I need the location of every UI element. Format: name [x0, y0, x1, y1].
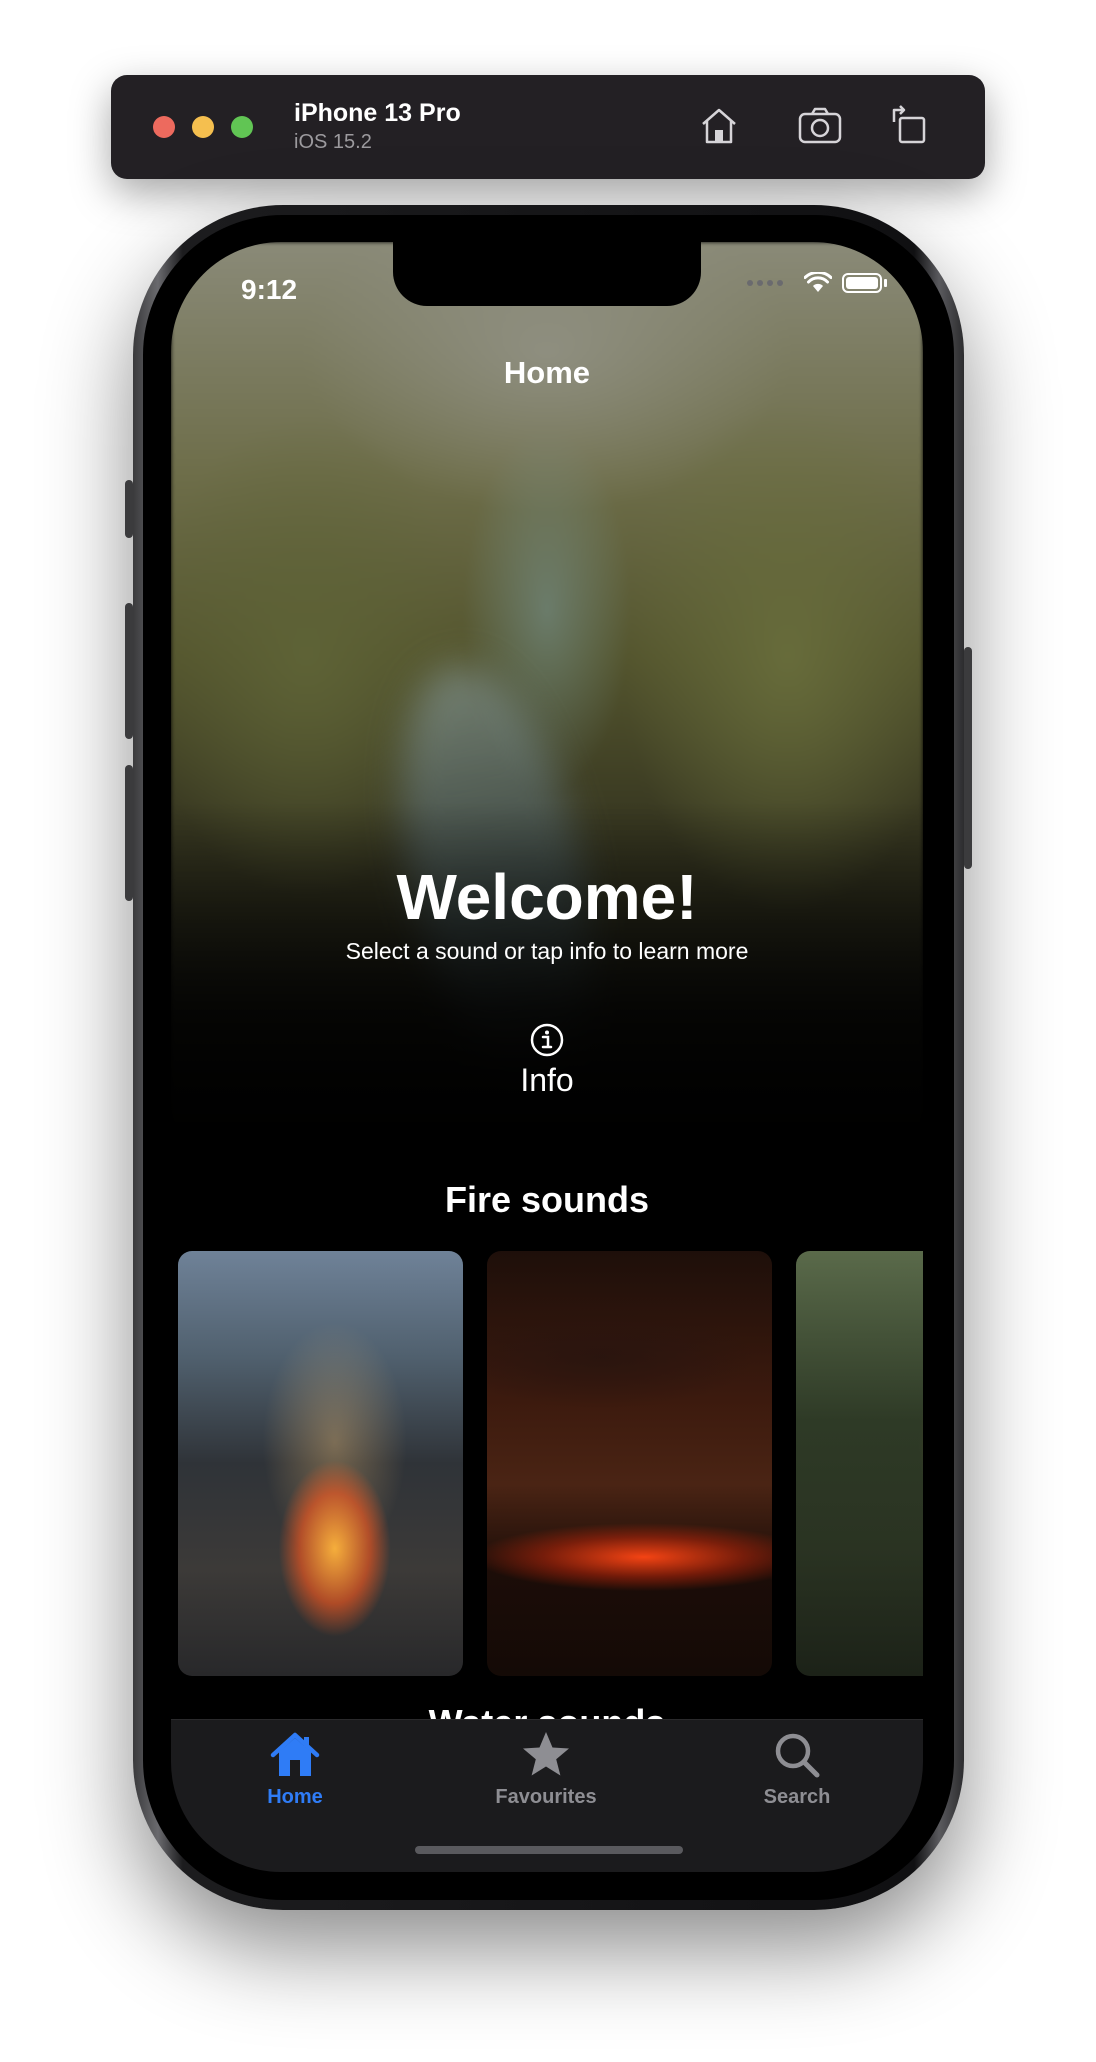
sound-card-sparkler[interactable]: [796, 1251, 923, 1676]
magnifier-icon: [775, 1733, 820, 1778]
battery-cap: [884, 279, 887, 287]
tab-home-label: Home: [267, 1786, 323, 1808]
volume-up-button: [125, 603, 133, 739]
tab-bar: Home Favourites Search: [171, 1719, 923, 1872]
section-title-fire: Fire sounds: [444, 1179, 650, 1220]
tab-home[interactable]: Home: [220, 1728, 370, 1809]
info-label: Info: [520, 1062, 574, 1098]
mute-switch: [125, 480, 133, 538]
home-indicator[interactable]: [415, 1846, 683, 1854]
tab-favourites-label: Favourites: [495, 1786, 597, 1808]
fire-sounds-carousel[interactable]: [178, 1251, 923, 1676]
nav-title: Home: [503, 355, 591, 390]
status-time: 9:12: [241, 274, 298, 305]
os-version: iOS 15.2: [294, 131, 372, 153]
sound-card-campfire[interactable]: [178, 1251, 463, 1676]
welcome-subtitle: Select a sound or tap info to learn more: [345, 938, 749, 964]
rotate-icon[interactable]: [886, 102, 934, 150]
sound-card-lava[interactable]: [487, 1251, 772, 1676]
close-window-button[interactable]: [153, 116, 175, 138]
info-circle-icon: [530, 1023, 564, 1057]
battery-icon: [842, 273, 882, 293]
power-button: [964, 647, 972, 869]
house-icon: [270, 1732, 320, 1776]
wifi-icon: [804, 272, 832, 292]
status-indicators: [744, 272, 887, 294]
simulator-toolbar: iPhone 13 Pro iOS 15.2: [111, 75, 985, 179]
tab-search[interactable]: Search: [722, 1728, 872, 1809]
tab-search-label: Search: [763, 1786, 831, 1808]
device-name: iPhone 13 Pro: [294, 99, 461, 127]
info-button[interactable]: Info: [497, 1022, 597, 1102]
welcome-heading: Welcome!: [396, 861, 698, 933]
signal-icon: [747, 280, 783, 286]
tab-favourites[interactable]: Favourites: [471, 1728, 621, 1809]
home-icon[interactable]: [695, 102, 743, 150]
hero-fade-overlay: [171, 802, 923, 1182]
star-icon: [523, 1732, 569, 1776]
zoom-window-button[interactable]: [231, 116, 253, 138]
minimize-window-button[interactable]: [192, 116, 214, 138]
volume-down-button: [125, 765, 133, 901]
notch: [393, 242, 701, 306]
screenshot-icon[interactable]: [796, 102, 844, 150]
section-title-water: Water sounds: [171, 1697, 923, 1719]
app-screen: 9:12 Home Welcome! Select a sound or tap…: [171, 242, 923, 1872]
